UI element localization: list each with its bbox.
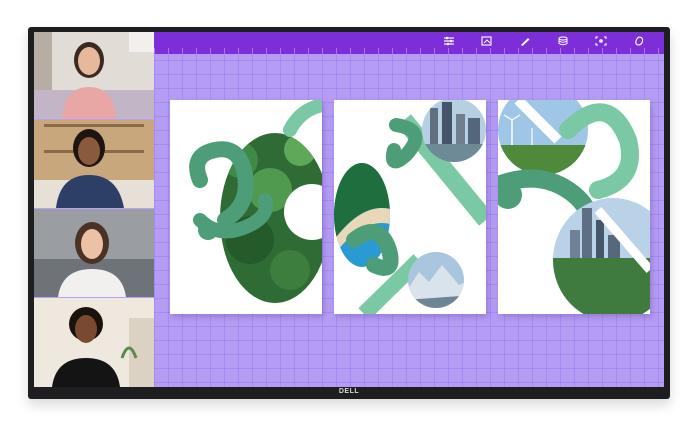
layers-icon[interactable]	[556, 35, 570, 47]
artboard-2-art	[334, 100, 486, 314]
artboard-2[interactable]	[334, 100, 486, 314]
artboard-3-art	[498, 100, 650, 314]
artboard-1-art	[170, 100, 322, 314]
video-call-panel	[34, 32, 154, 387]
participant-video-3	[34, 209, 154, 297]
participant-tile-2[interactable]	[34, 120, 154, 208]
toolbar	[154, 32, 664, 54]
pen-icon[interactable]	[518, 35, 532, 47]
artboard-1[interactable]	[170, 100, 322, 314]
participant-video-2	[34, 120, 154, 208]
participant-video-1	[34, 32, 154, 119]
participant-tile-3[interactable]	[34, 209, 154, 297]
participant-tile-1[interactable]	[34, 32, 154, 119]
monitor-bezel: DELL	[28, 387, 670, 399]
stage: DELL	[0, 0, 698, 430]
participant-tile-4[interactable]	[34, 298, 154, 387]
screen	[34, 32, 664, 387]
focus-icon[interactable]	[594, 35, 608, 47]
eraser-icon[interactable]	[632, 35, 646, 47]
whiteboard-canvas[interactable]	[154, 32, 664, 387]
participant-video-4	[34, 298, 154, 387]
adjust-icon[interactable]	[442, 35, 456, 47]
artboard-3[interactable]	[498, 100, 650, 314]
ruler	[154, 48, 664, 54]
monitor: DELL	[28, 27, 670, 399]
brand-logo: DELL	[338, 388, 360, 395]
image-edit-icon[interactable]	[480, 35, 494, 47]
